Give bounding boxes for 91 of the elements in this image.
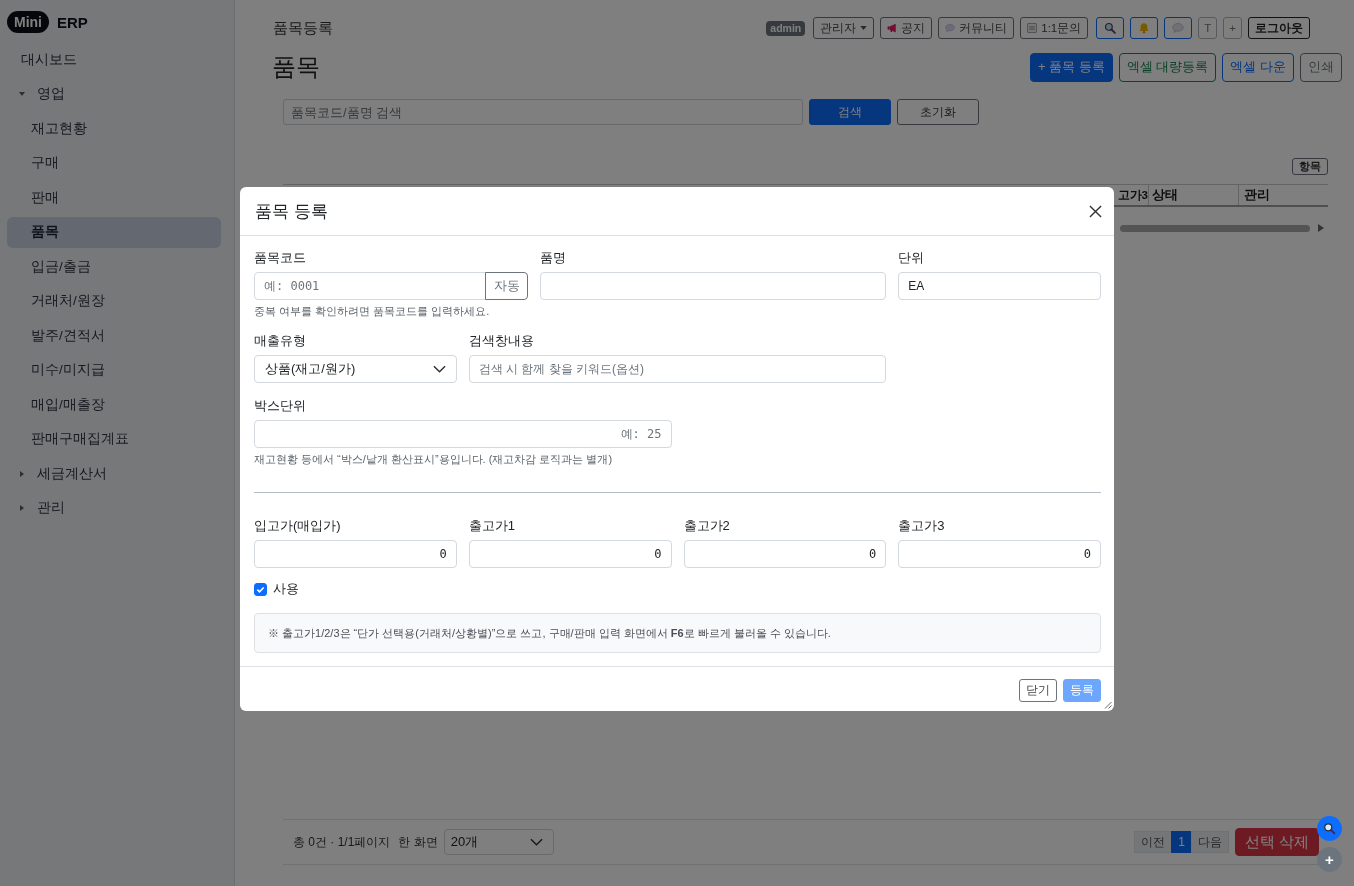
auto-generate-button[interactable]: 자동 — [485, 272, 529, 300]
breadcrumb: 품목등록 — [272, 18, 333, 38]
bell-icon — [1138, 22, 1151, 34]
help-text: 재고현황 등에서 “박스/낱개 환산표시”용입니다. (재고차감 로직과는 별개) — [254, 452, 613, 466]
help-text: 중복 여부를 확인하려면 품목코드를 입력하세요. — [254, 304, 490, 318]
checkbox[interactable] — [254, 582, 267, 596]
field-label: 박스단위 — [254, 397, 306, 414]
scroll-right-arrow-icon[interactable] — [1318, 224, 1324, 232]
sidebar-item[interactable]: 품목 — [7, 216, 221, 248]
sidebar-item[interactable]: 판매구매집계표 — [7, 423, 221, 455]
sidebar-item[interactable]: 거래처/원장 — [7, 285, 221, 317]
input-field[interactable]: 0 — [898, 540, 1101, 568]
field-label: 품목코드 — [254, 249, 306, 266]
input-field[interactable]: 0 — [683, 540, 887, 568]
column-header: 상태 — [1148, 185, 1238, 205]
prev-page-button[interactable]: 이전 — [1134, 831, 1173, 853]
sidebar-item[interactable]: 입금/출금 — [7, 251, 221, 282]
toolbar-link-button[interactable]: 1:1문의 — [1020, 17, 1089, 39]
page-button[interactable]: 1 — [1171, 831, 1192, 853]
field-label: 검색창내용 — [468, 332, 534, 349]
search-icon — [1104, 22, 1117, 34]
search-button[interactable] — [1096, 17, 1125, 39]
toolbar-link-button[interactable]: 공지 — [880, 17, 933, 39]
input-field[interactable]: 예: 0001 — [254, 272, 487, 300]
field-label: 단위 — [898, 249, 925, 266]
search-field[interactable]: 품목코드/품명 검색 — [283, 99, 803, 125]
page-size-select[interactable]: 20개 — [443, 829, 554, 855]
square-icon — [1027, 23, 1038, 33]
reset-button[interactable]: 초기화 — [897, 99, 979, 125]
dialog-button[interactable]: 닫기 — [1019, 679, 1057, 702]
search-icon — [1323, 822, 1336, 835]
speech-bubble-icon — [945, 23, 956, 33]
search-fab-button[interactable] — [1317, 816, 1342, 841]
role-badge: admin — [766, 20, 806, 36]
sidebar-item[interactable]: 매입/매출장 — [7, 389, 221, 420]
field-label: 입고가(매입가) — [254, 517, 341, 534]
sidebar-group[interactable]: 영업 — [7, 78, 221, 110]
sidebar-item[interactable]: 구매 — [7, 147, 221, 179]
sidebar-item[interactable]: 미수/미지급 — [7, 354, 221, 386]
sidebar-item[interactable]: 대시보드 — [7, 44, 221, 75]
sidebar-group[interactable]: 관리 — [7, 492, 221, 524]
action-button[interactable]: + 품목 등록 — [1029, 52, 1113, 82]
messages-button[interactable] — [1164, 17, 1193, 39]
field-label: 출고가2 — [683, 517, 730, 534]
close-icon[interactable] — [1089, 204, 1102, 218]
action-button[interactable]: 엑셀 다운 — [1222, 52, 1294, 82]
toolbar-link-button[interactable]: 커뮤니티 — [938, 17, 1015, 39]
field-label: 출고가3 — [898, 517, 945, 534]
sidebar-item[interactable]: 판매 — [7, 182, 221, 213]
input-field[interactable]: 0 — [254, 540, 457, 568]
toolbar-button[interactable]: T — [1198, 17, 1218, 39]
next-page-button[interactable]: 다음 — [1190, 831, 1229, 853]
search-submit-button[interactable]: 검색 — [809, 99, 891, 125]
sidebar-item[interactable]: 재고현황 — [7, 113, 221, 144]
logo-badge: Mini — [7, 11, 49, 33]
modal-title: 품목 등록 — [255, 200, 328, 223]
speech-bubble-icon — [1172, 22, 1185, 34]
scrollbar-thumb[interactable] — [1120, 224, 1310, 232]
sidebar-item[interactable]: 발주/견적서 — [7, 320, 221, 351]
notifications-button[interactable] — [1130, 17, 1159, 39]
input-field[interactable]: 0 — [468, 540, 672, 568]
page-size-label: 한 화면 — [398, 833, 438, 851]
column-header: 고가3 — [1117, 188, 1148, 203]
action-button[interactable]: 엑셀 대량등록 — [1118, 52, 1217, 82]
input-field[interactable]: 예: 25 — [254, 420, 672, 448]
field-label: 출고가1 — [468, 517, 515, 534]
resize-grip-icon[interactable] — [1104, 701, 1112, 709]
checkbox-label: 사용 — [273, 580, 299, 598]
column-header: 관리 — [1238, 185, 1328, 205]
field-label: 품명 — [540, 249, 567, 266]
field-label: 매출유형 — [254, 332, 306, 349]
chevron-down-icon — [529, 838, 543, 846]
input-field[interactable]: EA — [898, 272, 1101, 300]
action-button[interactable]: 인쇄 — [1300, 52, 1342, 82]
input-field[interactable]: 검색 시 함께 찾을 키워드(옵션) — [468, 355, 887, 383]
megaphone-icon — [887, 23, 898, 33]
logout-button[interactable]: 로그아웃 — [1248, 17, 1310, 39]
delete-selected-button[interactable]: 선택 삭제 — [1234, 828, 1319, 856]
floating-action-button[interactable]: + — [1317, 847, 1342, 872]
account-menu-button[interactable]: 관리자 — [813, 17, 875, 39]
page-title: 품목 — [272, 52, 320, 82]
caret-down-icon — [860, 26, 868, 30]
select-field[interactable]: 상품(재고/원가) — [254, 355, 457, 383]
columns-button[interactable]: 항목 — [1292, 158, 1328, 175]
input-field[interactable] — [540, 272, 887, 300]
sidebar-group[interactable]: 세금계산서 — [7, 458, 221, 489]
record-summary: 총 0건 · 1/1페이지 — [293, 833, 391, 851]
toolbar-button[interactable]: + — [1223, 17, 1242, 39]
chevron-down-icon — [432, 365, 446, 373]
logo-text: ERP — [57, 13, 88, 31]
info-note: ※ 출고가1/2/3은 “단가 선택용(거래처/상황별)”으로 쓰고, 구매/판매 입력 화면에서 F6로 빠르게 불러올 수 있습니다. — [254, 613, 1101, 653]
